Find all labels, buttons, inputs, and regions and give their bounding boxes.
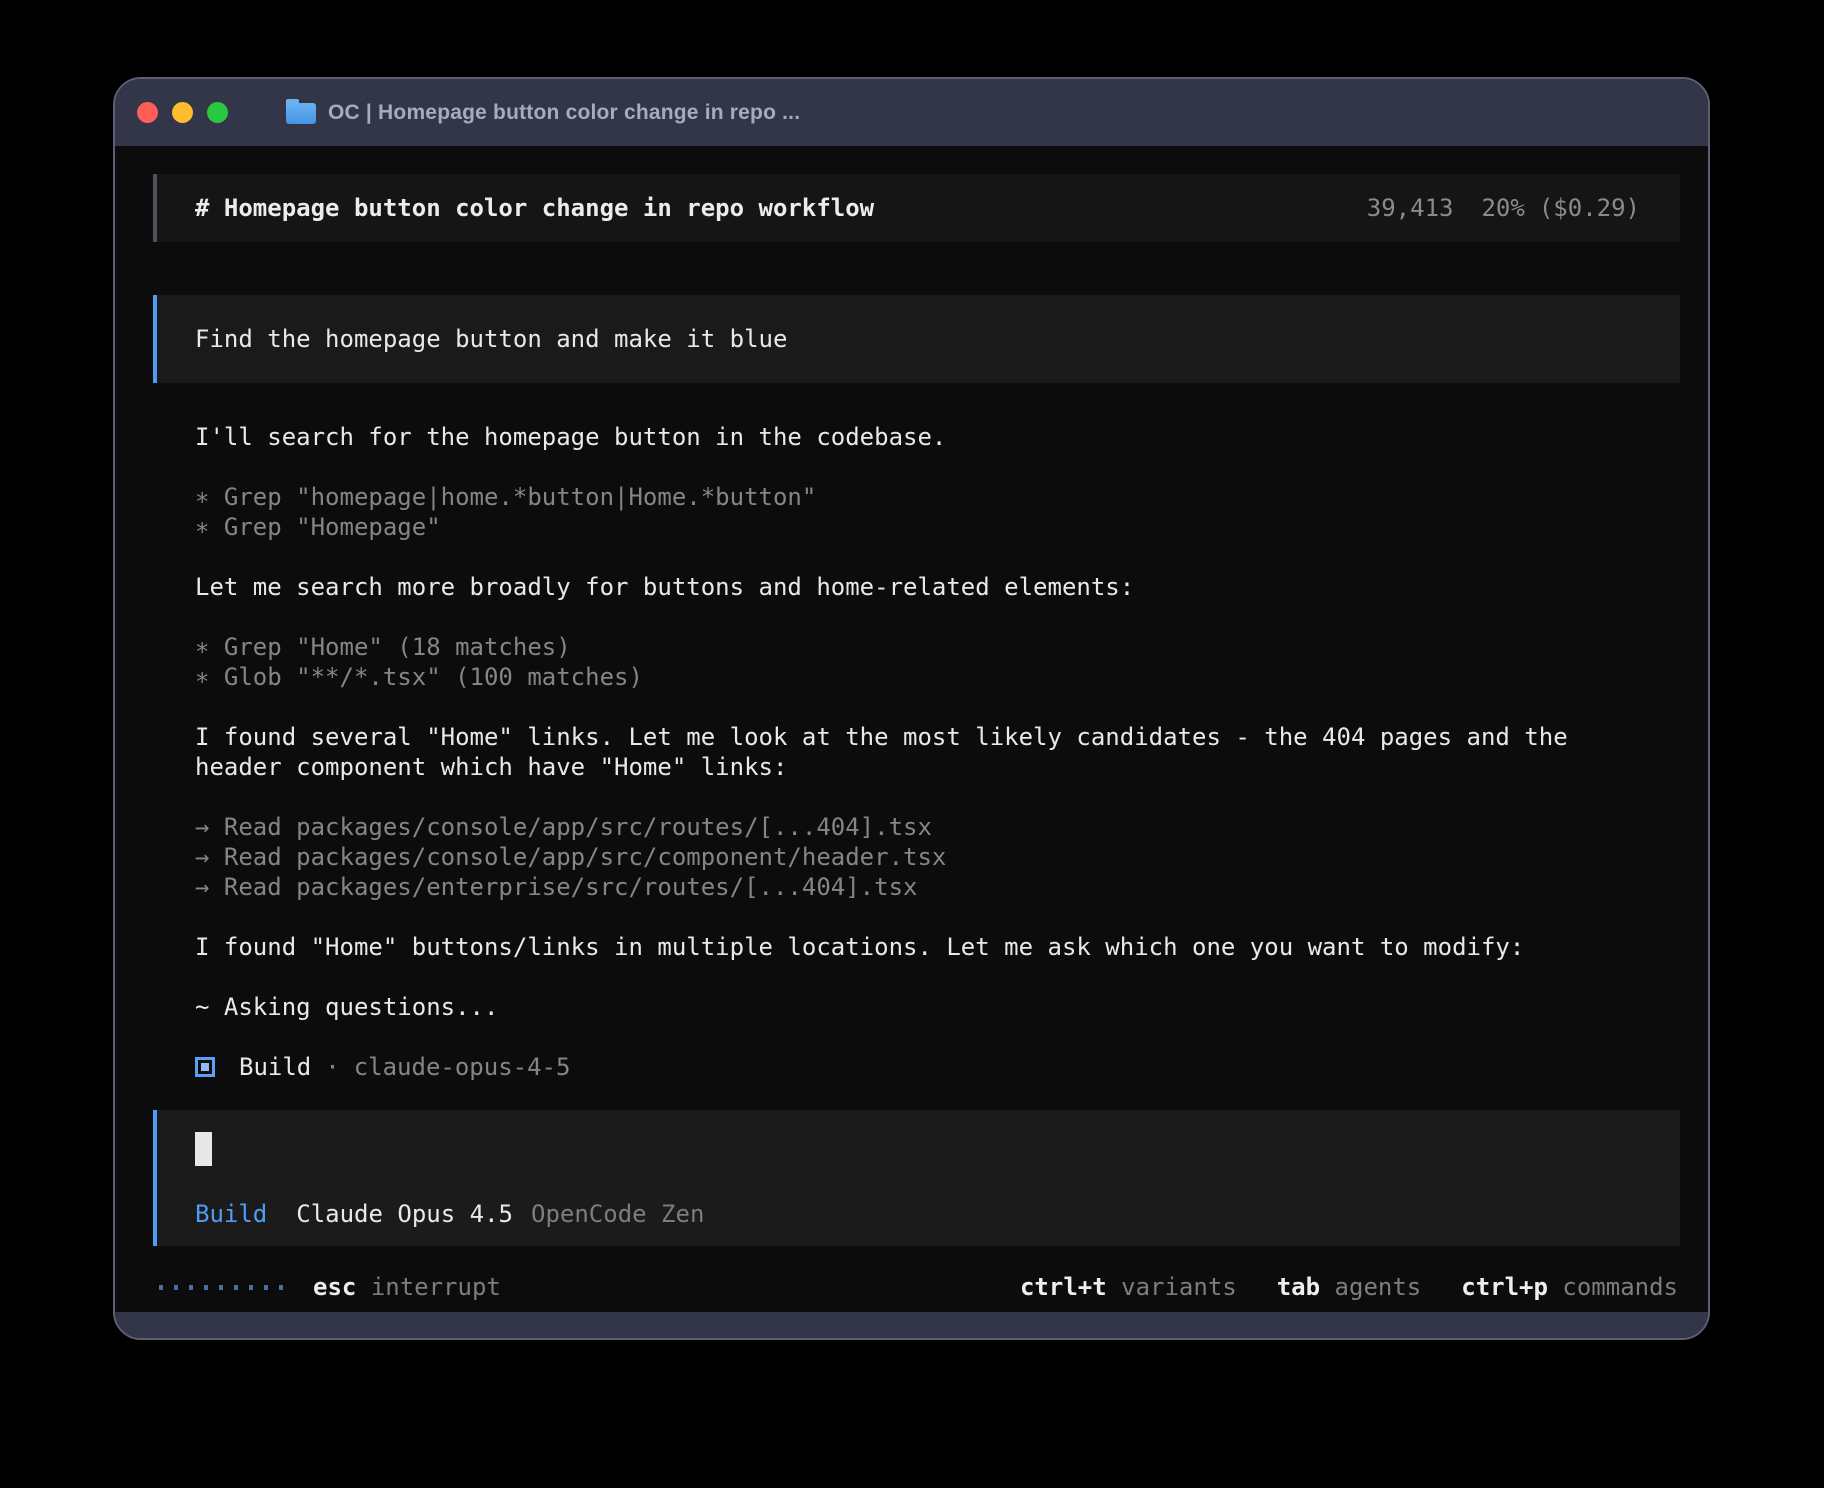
spinner-dot (249, 1285, 253, 1290)
close-button[interactable] (137, 102, 158, 123)
session-header: # Homepage button color change in repo w… (153, 174, 1680, 242)
transcript-line: I'll search for the homepage button in t… (195, 422, 1680, 452)
session-cost: ($0.29) (1539, 194, 1640, 222)
tool-call-group: ∗ Grep "homepage|home.*button|Home.*butt… (195, 482, 1680, 542)
title-group: OC | Homepage button color change in rep… (286, 101, 800, 125)
input-model[interactable]: Claude Opus 4.5 (296, 1200, 513, 1228)
spinner-dot (219, 1285, 223, 1290)
spinner-dot (159, 1285, 163, 1290)
assistant-transcript: I'll search for the homepage button in t… (153, 422, 1680, 1052)
transcript-line: ∗ Grep "homepage|home.*button|Home.*butt… (195, 482, 1680, 512)
status-bar: esc interrupt ctrl+t variantstab agentsc… (153, 1272, 1680, 1302)
session-stats: 39,413 20% ($0.29) (1367, 194, 1640, 222)
status-left: esc interrupt (159, 1273, 501, 1301)
transcript-line: ∗ Grep "Homepage" (195, 512, 1680, 542)
spinner-dot (234, 1285, 238, 1290)
token-count: 39,413 (1367, 194, 1454, 222)
transcript-line: ∗ Glob "**/*.tsx" (100 matches) (195, 662, 1680, 692)
agent-name: Build (239, 1053, 311, 1081)
transcript-line: header component which have "Home" links… (195, 752, 1680, 782)
key-hint-agents: tab agents (1277, 1273, 1422, 1301)
transcript-line: → Read packages/enterprise/src/routes/[.… (195, 872, 1680, 902)
minimize-button[interactable] (172, 102, 193, 123)
agent-model: claude-opus-4-5 (354, 1053, 571, 1081)
tool-call-group: ∗ Grep "Home" (18 matches)∗ Glob "**/*.t… (195, 632, 1680, 692)
traffic-lights (137, 102, 228, 123)
assistant-text: I'll search for the homepage button in t… (195, 422, 1680, 452)
window-bottom-edge (115, 1312, 1708, 1338)
transcript-line: ~ Asking questions... (195, 992, 1680, 1022)
user-message-text: Find the homepage button and make it blu… (195, 325, 787, 353)
terminal-window: OC | Homepage button color change in rep… (113, 77, 1710, 1340)
transcript-line: I found "Home" buttons/links in multiple… (195, 932, 1680, 962)
spinner-dot (264, 1285, 268, 1290)
key-hint-variants: ctrl+t variants (1020, 1273, 1237, 1301)
spinner-dot (189, 1285, 193, 1290)
zoom-button[interactable] (207, 102, 228, 123)
esc-key-label (356, 1273, 370, 1301)
transcript-line: → Read packages/console/app/src/routes/[… (195, 812, 1680, 842)
agent-square-icon (195, 1057, 215, 1077)
tool-call-group: → Read packages/console/app/src/routes/[… (195, 812, 1680, 902)
text-cursor (195, 1132, 212, 1166)
assistant-text: ~ Asking questions... (195, 992, 1680, 1022)
transcript-line: Let me search more broadly for buttons a… (195, 572, 1680, 602)
dot-separator: · (325, 1053, 339, 1081)
key-hint-commands: ctrl+p commands (1461, 1273, 1678, 1301)
user-message-block: Find the homepage button and make it blu… (153, 295, 1680, 383)
esc-key-hint: esc (313, 1273, 356, 1301)
transcript-line: → Read packages/console/app/src/componen… (195, 842, 1680, 872)
input-provider: OpenCode Zen (531, 1200, 704, 1228)
transcript-line: ∗ Grep "Home" (18 matches) (195, 632, 1680, 662)
context-percent: 20% (1481, 194, 1524, 222)
prompt-input[interactable]: Build Claude Opus 4.5 OpenCode Zen (153, 1110, 1680, 1246)
agent-status-line: Build · claude-opus-4-5 (153, 1052, 1680, 1082)
folder-icon (286, 103, 316, 124)
transcript-line: I found several "Home" links. Let me loo… (195, 722, 1680, 752)
status-right: ctrl+t variants tab agents ctrl+p commands (1020, 1273, 1680, 1301)
terminal-content: # Homepage button color change in repo w… (115, 146, 1708, 1312)
spinner-dot (279, 1285, 283, 1290)
window-title: OC | Homepage button color change in rep… (328, 101, 800, 125)
working-spinner-dots (159, 1285, 283, 1290)
window-titlebar[interactable]: OC | Homepage button color change in rep… (115, 79, 1708, 146)
assistant-text: I found several "Home" links. Let me loo… (195, 722, 1680, 782)
spinner-dot (174, 1285, 178, 1290)
assistant-text: Let me search more broadly for buttons a… (195, 572, 1680, 602)
spinner-dot (204, 1285, 208, 1290)
input-meta: Build Claude Opus 4.5 OpenCode Zen (195, 1200, 1640, 1228)
assistant-text: I found "Home" buttons/links in multiple… (195, 932, 1680, 962)
input-agent-mode[interactable]: Build (195, 1200, 267, 1228)
session-title: # Homepage button color change in repo w… (195, 194, 874, 222)
interrupt-label: interrupt (371, 1273, 501, 1301)
